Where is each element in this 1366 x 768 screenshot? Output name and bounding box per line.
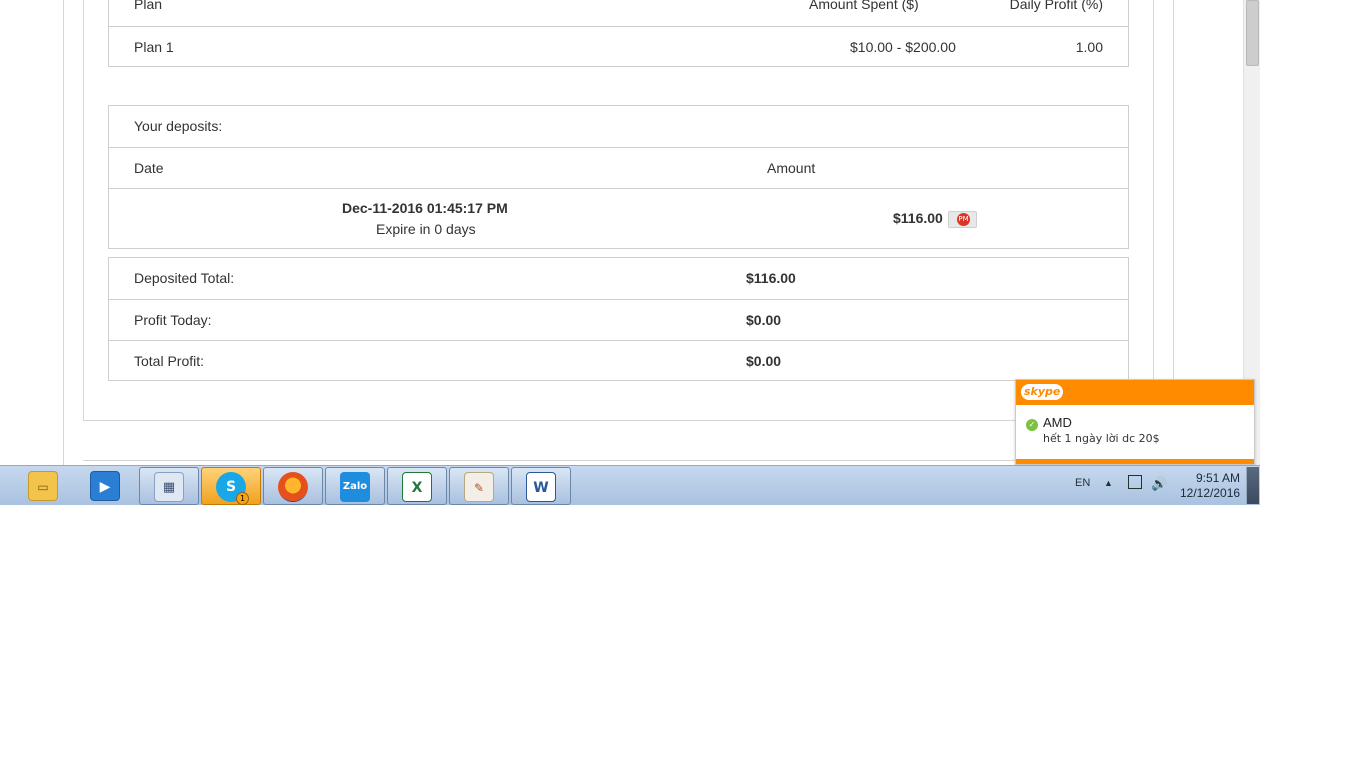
totals-table: Deposited Total: $116.00 Profit Today: $… — [108, 257, 1129, 381]
skype-notification[interactable]: skype ✓ AMD hết 1 ngày lời dc 20$ — [1015, 379, 1255, 465]
scrollbar-thumb[interactable] — [1246, 0, 1259, 66]
skype-notification-footer — [1016, 459, 1254, 464]
folder-icon: ▭ — [28, 471, 58, 501]
deposited-total-value: $116.00 — [746, 270, 796, 286]
skype-logo: skype — [1021, 384, 1064, 400]
media-player-icon: ▶ — [90, 471, 120, 501]
skype-notification-header: skype — [1016, 380, 1254, 405]
profit-today-label: Profit Today: — [134, 312, 212, 328]
plan-table-header: Plan Amount Spent ($) Daily Profit (%) — [109, 0, 1128, 26]
taskbar-skype-button[interactable]: S 1 — [201, 467, 261, 505]
totals-row: Deposited Total: $116.00 — [109, 258, 1128, 299]
totals-row: Total Profit: $0.00 — [109, 340, 1128, 381]
profit-today-value: $0.00 — [746, 312, 782, 328]
plan-row: Plan 1 $10.00 - $200.00 1.00 — [109, 26, 1128, 67]
calculator-icon: ▦ — [154, 472, 184, 502]
amount-header: Amount — [767, 160, 816, 176]
daily-profit-header: Daily Profit (%) — [1009, 0, 1103, 12]
taskbar-excel-button[interactable]: X — [387, 467, 447, 505]
taskbar-calculator-button[interactable]: ▦ — [139, 467, 199, 505]
taskbar: ▭ ▶ ▦ S 1 Zalo X ✎ W EN ▲ 🔊 9:51 AM 12/1… — [0, 465, 1260, 505]
plan-amount-range: $10.00 - $200.00 — [850, 39, 956, 55]
deposit-amount: $116.00 — [893, 210, 943, 226]
clock[interactable]: 9:51 AM 12/12/2016 — [1180, 471, 1240, 501]
perfect-money-label: PM — [957, 213, 970, 226]
volume-icon[interactable]: 🔊 — [1151, 476, 1167, 492]
clock-date: 12/12/2016 — [1180, 486, 1241, 500]
perfect-money-icon: PM — [948, 211, 977, 228]
show-desktop-button[interactable] — [1246, 467, 1259, 504]
totals-row: Profit Today: $0.00 — [109, 299, 1128, 340]
taskbar-paint-button[interactable]: ✎ — [449, 467, 509, 505]
taskbar-zalo-button[interactable]: Zalo — [325, 467, 385, 505]
notification-sender: AMD — [1043, 415, 1072, 430]
show-hidden-icons-icon[interactable]: ▲ — [1104, 478, 1113, 488]
skype-unread-badge: 1 — [236, 492, 249, 505]
total-profit-value: $0.00 — [746, 353, 782, 369]
plan-name: Plan 1 — [134, 39, 174, 55]
clock-time: 9:51 AM — [1195, 471, 1240, 485]
plan-daily-profit: 1.00 — [1075, 39, 1103, 55]
plan-table: Plan Amount Spent ($) Daily Profit (%) P… — [108, 0, 1129, 67]
deposit-expire: Expire in 0 days — [376, 221, 476, 237]
firefox-icon — [278, 472, 308, 502]
amount-spent-header: Amount Spent ($) — [809, 0, 919, 12]
page-left-border — [63, 0, 64, 465]
online-status-icon: ✓ — [1026, 419, 1038, 431]
deposited-total-label: Deposited Total: — [134, 270, 235, 286]
plan-header: Plan — [134, 0, 163, 12]
taskbar-explorer-button[interactable]: ▭ — [14, 467, 74, 505]
taskbar-media-player-button[interactable]: ▶ — [76, 467, 136, 505]
deposits-title-row: Your deposits: — [109, 106, 1128, 147]
taskbar-firefox-button[interactable] — [263, 467, 323, 505]
deposits-title: Your deposits: — [134, 118, 223, 134]
deposit-date: Dec-11-2016 01:45:17 PM — [342, 200, 508, 216]
zalo-icon: Zalo — [340, 472, 370, 502]
excel-icon: X — [402, 472, 432, 502]
deposits-header-row: Date Amount — [109, 147, 1128, 188]
network-icon[interactable] — [1128, 475, 1142, 489]
paint-icon: ✎ — [464, 472, 494, 502]
word-icon: W — [526, 472, 556, 502]
taskbar-word-button[interactable]: W — [511, 467, 571, 505]
language-indicator[interactable]: EN — [1075, 477, 1090, 489]
total-profit-label: Total Profit: — [134, 353, 205, 369]
notification-message: hết 1 ngày lời dc 20$ — [1043, 432, 1160, 445]
date-header: Date — [134, 160, 164, 176]
